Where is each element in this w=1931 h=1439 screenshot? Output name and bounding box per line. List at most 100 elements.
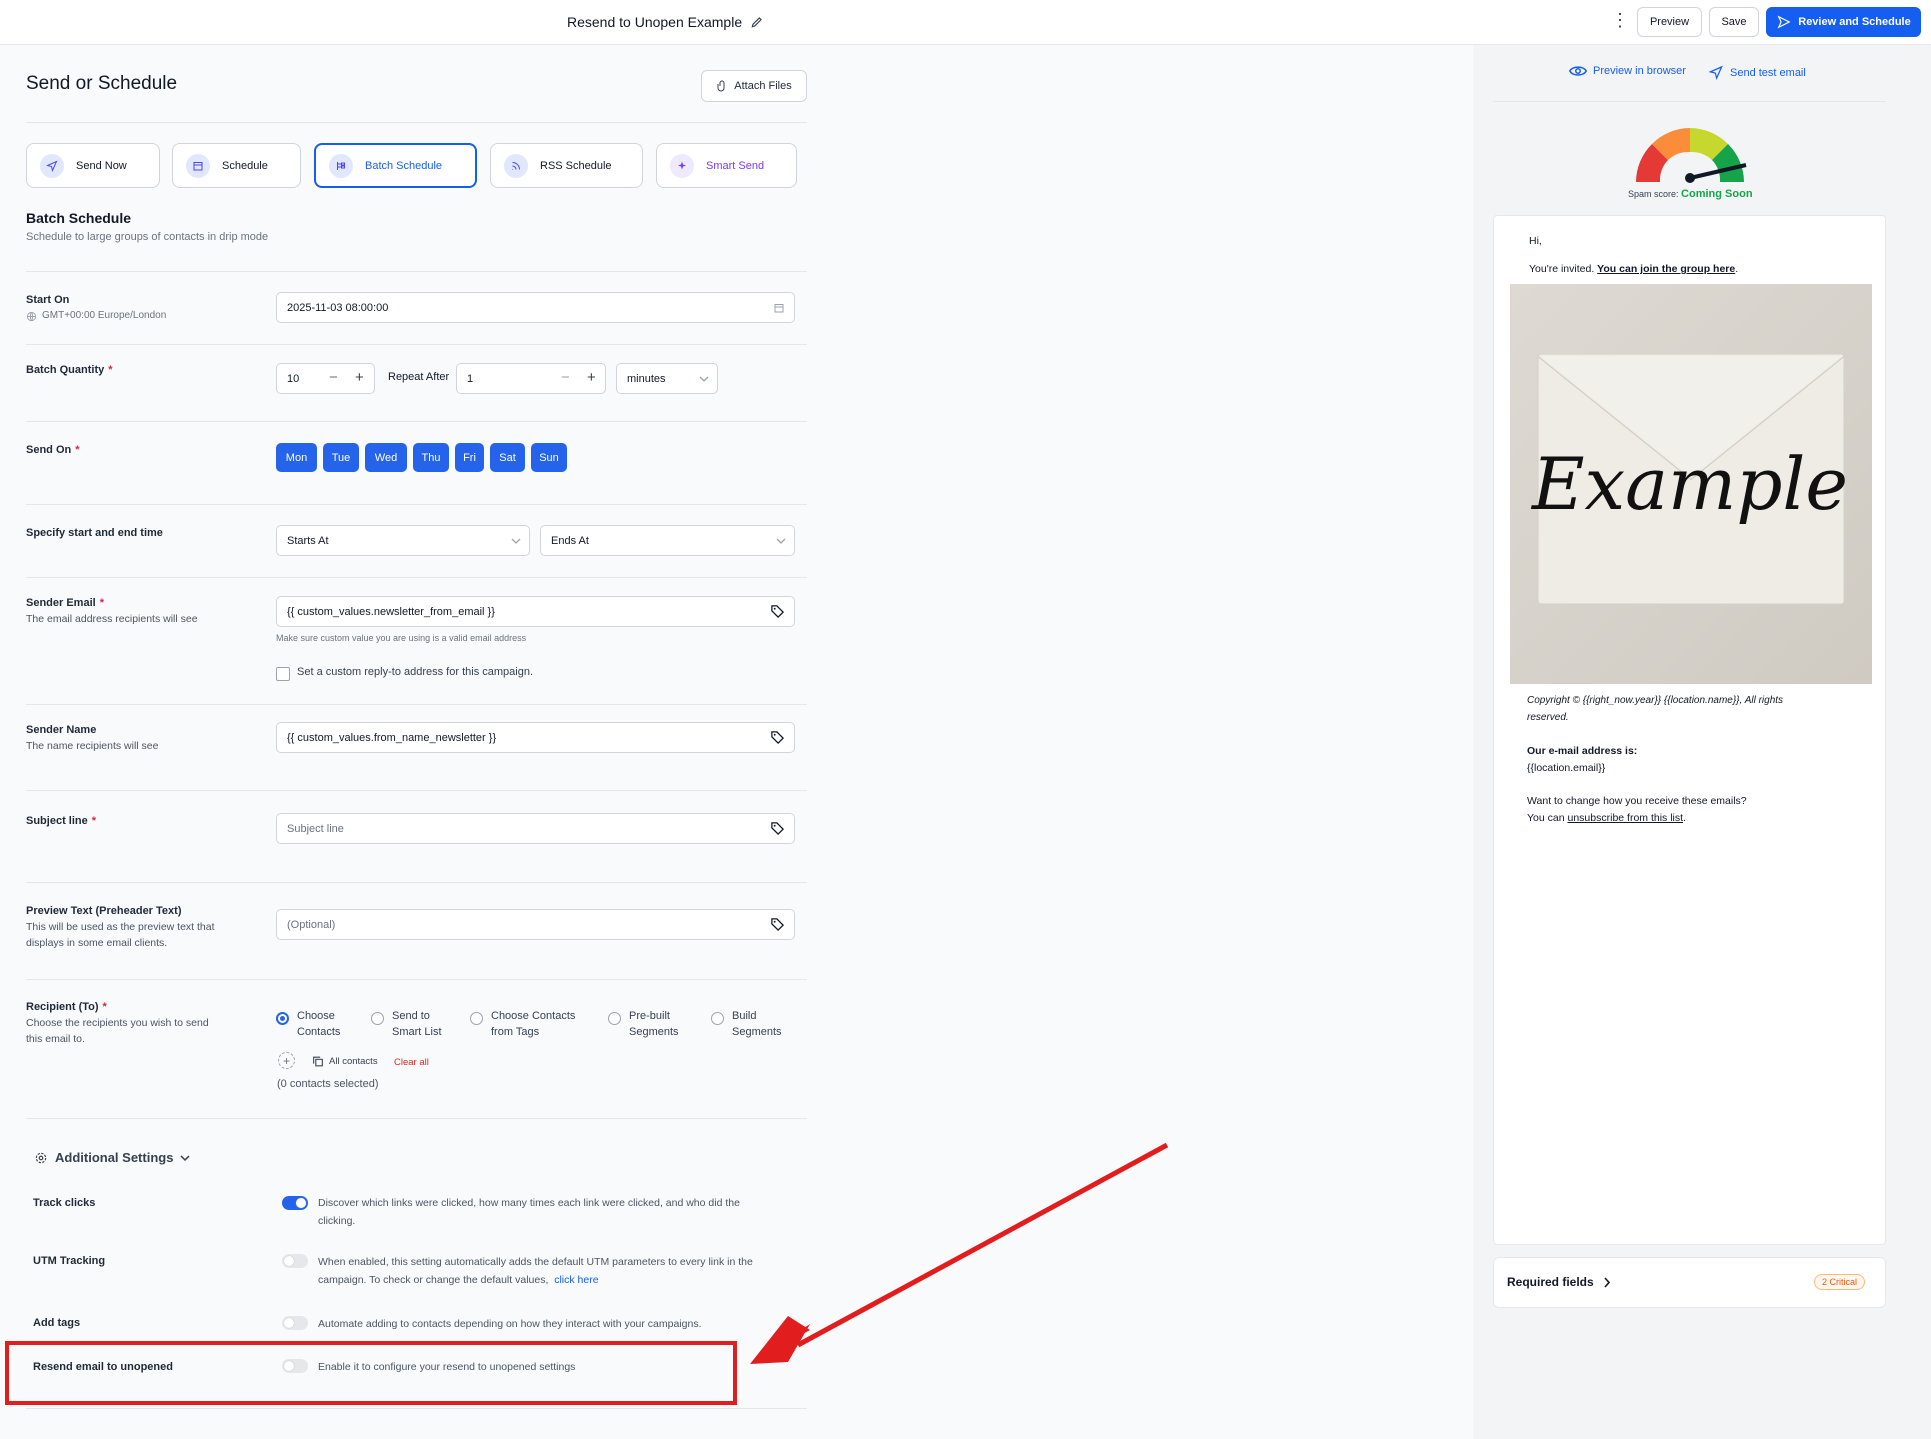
divider — [1493, 101, 1886, 102]
divider — [26, 504, 807, 505]
sender-name-input[interactable]: {{ custom_values.from_name_newsletter }} — [276, 722, 795, 753]
divider — [26, 704, 807, 705]
schedule-option[interactable]: Schedule — [172, 143, 301, 188]
paperclip-icon — [717, 80, 725, 92]
choose-contacts-radio[interactable] — [276, 1012, 289, 1025]
build-segments-radio[interactable] — [711, 1012, 724, 1025]
choose-contacts-label: Choose Contacts — [297, 1010, 341, 1038]
invite-line: You're invited. You can join the group h… — [1529, 263, 1739, 275]
divider — [26, 790, 807, 791]
divider — [26, 979, 807, 980]
send-icon — [40, 153, 64, 178]
repeat-after-stepper[interactable]: 1 − + — [456, 363, 606, 394]
send-on-label: Send On * — [26, 444, 80, 456]
batch-quantity-stepper[interactable]: 10 − + — [276, 363, 375, 394]
send-now-option[interactable]: Send Now — [26, 143, 160, 188]
divider — [26, 271, 807, 272]
attach-files-button[interactable]: Attach Files — [701, 70, 807, 102]
clear-all-link[interactable]: Clear all — [394, 1057, 429, 1068]
save-button[interactable]: Save — [1709, 7, 1759, 37]
divider — [26, 882, 807, 883]
track-clicks-description: Discover which links were clicked, how m… — [318, 1197, 740, 1227]
utm-tracking-toggle[interactable] — [282, 1254, 308, 1268]
smart-list-radio[interactable] — [371, 1012, 384, 1025]
add-recipient-icon[interactable]: + — [278, 1052, 295, 1069]
tag-icon[interactable] — [770, 730, 785, 745]
page-title: Send or Schedule — [26, 73, 178, 94]
more-options-icon[interactable]: ⋮ — [1611, 11, 1629, 29]
smart-send-option[interactable]: Smart Send — [656, 143, 797, 188]
calendar-icon — [774, 304, 784, 313]
highlight-box — [5, 1341, 737, 1405]
required-fields-card[interactable]: Required fields 2 Critical — [1493, 1257, 1886, 1308]
utm-tracking-description: When enabled, this setting automatically… — [318, 1256, 753, 1286]
reply-to-label: Set a custom reply-to address for this c… — [297, 666, 533, 678]
unsubscribe-link[interactable]: unsubscribe from this list — [1568, 812, 1684, 824]
batch-schedule-option[interactable]: Batch Schedule — [314, 143, 477, 188]
day-fri-button[interactable]: Fri — [455, 443, 484, 472]
tag-icon[interactable] — [770, 604, 785, 619]
recipient-label: Recipient (To) * — [26, 1001, 107, 1013]
gear-icon — [35, 1152, 47, 1163]
utm-click-here-link[interactable]: click here — [554, 1274, 598, 1286]
envelope-image: Example — [1510, 284, 1872, 684]
timezone-label: GMT+00:00 Europe/London — [26, 308, 166, 324]
all-contacts-chip[interactable]: All contacts — [311, 1055, 378, 1068]
preview-button[interactable]: Preview — [1637, 7, 1702, 37]
review-and-schedule-button[interactable]: Review and Schedule — [1766, 7, 1921, 37]
start-on-datepicker[interactable]: 2025-11-03 08:00:00 — [276, 292, 795, 323]
contacts-selected-count: (0 contacts selected) — [277, 1078, 379, 1090]
preview-in-browser-link[interactable]: Preview in browser — [1569, 65, 1686, 77]
chevron-right-icon — [1604, 1276, 1610, 1288]
day-wed-button[interactable]: Wed — [365, 443, 407, 472]
rss-icon — [504, 153, 528, 178]
preheader-sub: This will be used as the preview text th… — [26, 921, 215, 949]
repeat-unit-select[interactable]: minutes — [616, 363, 718, 394]
additional-settings-toggle[interactable]: Additional Settings — [34, 1150, 190, 1165]
day-tue-button[interactable]: Tue — [323, 443, 359, 472]
chevron-down-icon — [776, 538, 786, 544]
preheader-input[interactable]: (Optional) — [276, 909, 795, 940]
ends-at-select[interactable]: Ends At — [540, 525, 795, 556]
reply-to-checkbox[interactable] — [276, 667, 290, 681]
start-on-label: Start On — [26, 294, 70, 306]
top-bar: Resend to Unopen Example ⋮ Preview Save … — [0, 0, 1931, 45]
tag-icon[interactable] — [770, 917, 785, 932]
section-subtitle: Schedule to large groups of contacts in … — [26, 231, 269, 243]
prebuilt-segments-label: Pre-built Segments — [629, 1010, 679, 1038]
spam-score-label: Spam score: Coming Soon — [1628, 188, 1753, 200]
sparkle-icon — [670, 153, 694, 178]
email-preview: Hi, You're invited. You can join the gro… — [1493, 215, 1886, 1245]
subject-input[interactable]: Subject line — [276, 813, 795, 844]
pencil-icon[interactable] — [750, 15, 764, 29]
plus-icon[interactable]: + — [587, 369, 596, 386]
plus-icon[interactable]: + — [355, 369, 364, 386]
prebuilt-segments-radio[interactable] — [608, 1012, 621, 1025]
join-group-link[interactable]: You can join the group here — [1597, 263, 1735, 275]
minus-icon[interactable]: − — [329, 369, 338, 386]
track-clicks-toggle[interactable] — [282, 1196, 308, 1210]
send-test-email-link[interactable]: Send test email — [1708, 65, 1806, 80]
annotation-arrow — [750, 1142, 1169, 1364]
globe-icon — [26, 311, 37, 321]
smart-list-label: Send to Smart List — [392, 1010, 442, 1038]
repeat-after-label: Repeat After — [388, 371, 450, 383]
campaign-title[interactable]: Resend to Unopen Example — [567, 14, 764, 30]
starts-at-select[interactable]: Starts At — [276, 525, 530, 556]
sender-email-input[interactable]: {{ custom_values.newsletter_from_email }… — [276, 596, 795, 627]
batch-icon — [329, 153, 353, 178]
add-tags-toggle[interactable] — [282, 1316, 308, 1330]
rss-schedule-option[interactable]: RSS Schedule — [490, 143, 643, 188]
divider — [26, 122, 807, 123]
recipient-sub: Choose the recipients you wish to send t… — [26, 1017, 209, 1045]
contacts-from-tags-radio[interactable] — [470, 1012, 483, 1025]
day-mon-button[interactable]: Mon — [276, 443, 317, 472]
day-sat-button[interactable]: Sat — [490, 443, 525, 472]
tag-icon[interactable] — [770, 821, 785, 836]
batch-quantity-label: Batch Quantity * — [26, 364, 113, 376]
day-sun-button[interactable]: Sun — [531, 443, 567, 472]
divider — [26, 1408, 807, 1409]
divider — [26, 421, 807, 422]
day-thu-button[interactable]: Thu — [413, 443, 449, 472]
minus-icon[interactable]: − — [561, 369, 570, 386]
